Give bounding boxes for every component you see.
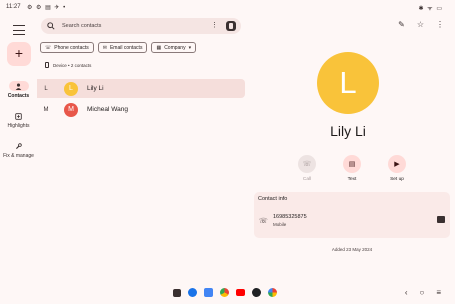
status-time: 11:27 (6, 4, 21, 10)
search-input[interactable]: Search contacts (62, 23, 101, 29)
avatar: L (64, 81, 78, 96)
edit-icon[interactable]: ✎ (398, 20, 405, 29)
rail-item-contacts[interactable]: Contacts (0, 81, 37, 99)
phone-icon: ☏ (259, 218, 268, 225)
phone-number-row[interactable]: ☏ 16985325875 Mobile (254, 207, 450, 235)
device-account-row: Device • 2 contacts (45, 62, 91, 68)
search-icon (47, 22, 55, 30)
chip-label: Phone contacts (54, 44, 89, 51)
call-button[interactable]: ☏ Call (289, 155, 325, 182)
contact-name: Micheal Wang (87, 106, 128, 113)
chip-company[interactable]: ▦ Company ▾ (151, 42, 197, 53)
avatar: M (64, 102, 78, 117)
account-icon[interactable] (226, 21, 236, 31)
action-label: Text (347, 177, 357, 182)
detail-toolbar: ✎ ☆ ⋮ (398, 20, 444, 29)
messages-app-icon[interactable] (188, 288, 197, 297)
phone-icon: ☏ (45, 44, 52, 51)
camera-app-icon[interactable] (252, 288, 261, 297)
youtube-app-icon[interactable] (236, 289, 245, 296)
section-letter: L (44, 85, 48, 92)
rail-item-fix-manage[interactable]: Fix & manage (0, 141, 37, 159)
app-grid-icon[interactable] (173, 288, 181, 297)
chip-label: Company (164, 44, 186, 51)
added-date: Added 23 May 2024 (331, 247, 373, 252)
contact-avatar-large: L (317, 52, 379, 114)
mail-icon: ✉ (102, 44, 107, 51)
list-item-contact[interactable]: M M Micheal Wang (37, 100, 245, 119)
section-letter: M (43, 106, 49, 113)
taskbar: ‹ ○ ≡ (0, 284, 455, 304)
setup-video-button[interactable]: ▶ Set up (379, 155, 415, 182)
more-options-icon[interactable]: ⋮ (211, 21, 218, 29)
highlights-icon (9, 111, 29, 121)
app-dock (173, 288, 277, 297)
phone-type: Mobile (273, 222, 287, 227)
call-icon: ☏ (298, 155, 316, 173)
back-icon[interactable]: ‹ (405, 288, 408, 297)
company-icon: ▦ (156, 44, 162, 51)
contact-name-title: Lily Li (330, 123, 366, 139)
person-icon (8, 81, 29, 91)
status-bar: 11:27 ⚙ ⚙ ▤ ✈ • ✱ ᯤ ▭ (0, 0, 455, 14)
list-item-contact[interactable]: L L Lily Li (37, 79, 245, 98)
photos-app-icon[interactable] (268, 288, 277, 297)
device-count-label: Device • 2 contacts (53, 62, 92, 68)
menu-icon[interactable] (13, 25, 25, 35)
contact-info-card: Contact info ☏ 16985325875 Mobile (254, 192, 450, 238)
device-icon (45, 62, 49, 68)
star-icon[interactable]: ☆ (417, 20, 424, 29)
text-button[interactable]: ▤ Text (334, 155, 370, 182)
status-notification-icons: ⚙ ⚙ ▤ ✈ • (27, 5, 67, 11)
rail-item-label: Highlights (7, 123, 30, 129)
chip-email-contacts[interactable]: ✉ Email contacts (97, 42, 148, 53)
rail-item-highlights[interactable]: Highlights (0, 111, 37, 129)
chevron-down-icon: ▾ (188, 44, 192, 51)
nav-rail: + Contacts Highlights Fix & manage (0, 14, 37, 284)
message-icon[interactable] (437, 216, 445, 223)
contact-name: Lily Li (87, 85, 104, 92)
video-icon: ▶ (388, 155, 406, 173)
status-system-icons: ✱ ᯤ ▭ (418, 6, 443, 12)
message-icon: ▤ (343, 155, 361, 173)
action-label: Set up (390, 177, 404, 182)
rail-item-label: Contacts (7, 93, 30, 99)
chrome-app-icon[interactable] (220, 288, 229, 297)
action-label: Call (302, 177, 312, 182)
search-bar[interactable]: Search contacts ⋮ (41, 18, 241, 34)
more-vert-icon[interactable]: ⋮ (436, 20, 444, 29)
phone-number: 16985325875 (273, 214, 307, 220)
contact-info-title: Contact info (258, 196, 288, 202)
chip-label: Email contacts (109, 44, 143, 51)
filter-chips: ☏ Phone contacts ✉ Email contacts ▦ Comp… (40, 42, 197, 53)
home-icon[interactable]: ○ (419, 288, 424, 297)
chip-phone-contacts[interactable]: ☏ Phone contacts (40, 42, 94, 53)
rail-item-label: Fix & manage (3, 153, 34, 159)
recents-icon[interactable]: ≡ (436, 288, 441, 297)
wrench-icon (9, 141, 29, 151)
add-contact-button[interactable]: + (7, 42, 31, 66)
files-app-icon[interactable] (204, 288, 213, 297)
system-navigation: ‹ ○ ≡ (405, 288, 441, 297)
